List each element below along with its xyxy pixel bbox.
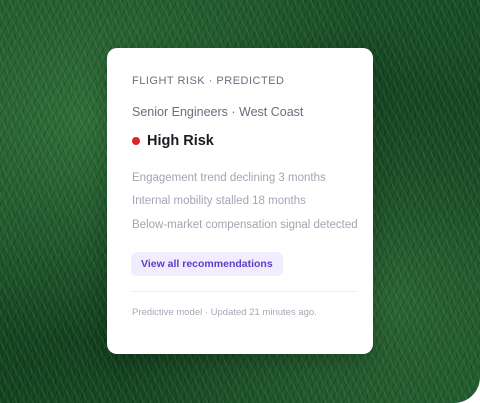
- view-recommendations-button[interactable]: View all recommendations: [131, 252, 283, 276]
- model-update-footnote: Predictive model · Updated 21 minutes ag…: [132, 307, 317, 318]
- signal-item: Below-market compensation signal detecte…: [132, 219, 358, 231]
- signal-item: Internal mobility stalled 18 months: [132, 195, 306, 207]
- employee-segment: Senior Engineers · West Coast: [132, 105, 304, 119]
- divider: [131, 291, 357, 292]
- risk-dot-icon: [132, 137, 140, 145]
- risk-indicator: High Risk: [132, 133, 214, 149]
- flight-risk-card: FLIGHT RISK · PREDICTED Senior Engineers…: [107, 48, 373, 354]
- risk-level-label: High Risk: [147, 133, 214, 149]
- signal-item: Engagement trend declining 3 months: [132, 172, 326, 184]
- grass-background: FLIGHT RISK · PREDICTED Senior Engineers…: [0, 0, 480, 403]
- card-eyebrow: FLIGHT RISK · PREDICTED: [132, 75, 285, 87]
